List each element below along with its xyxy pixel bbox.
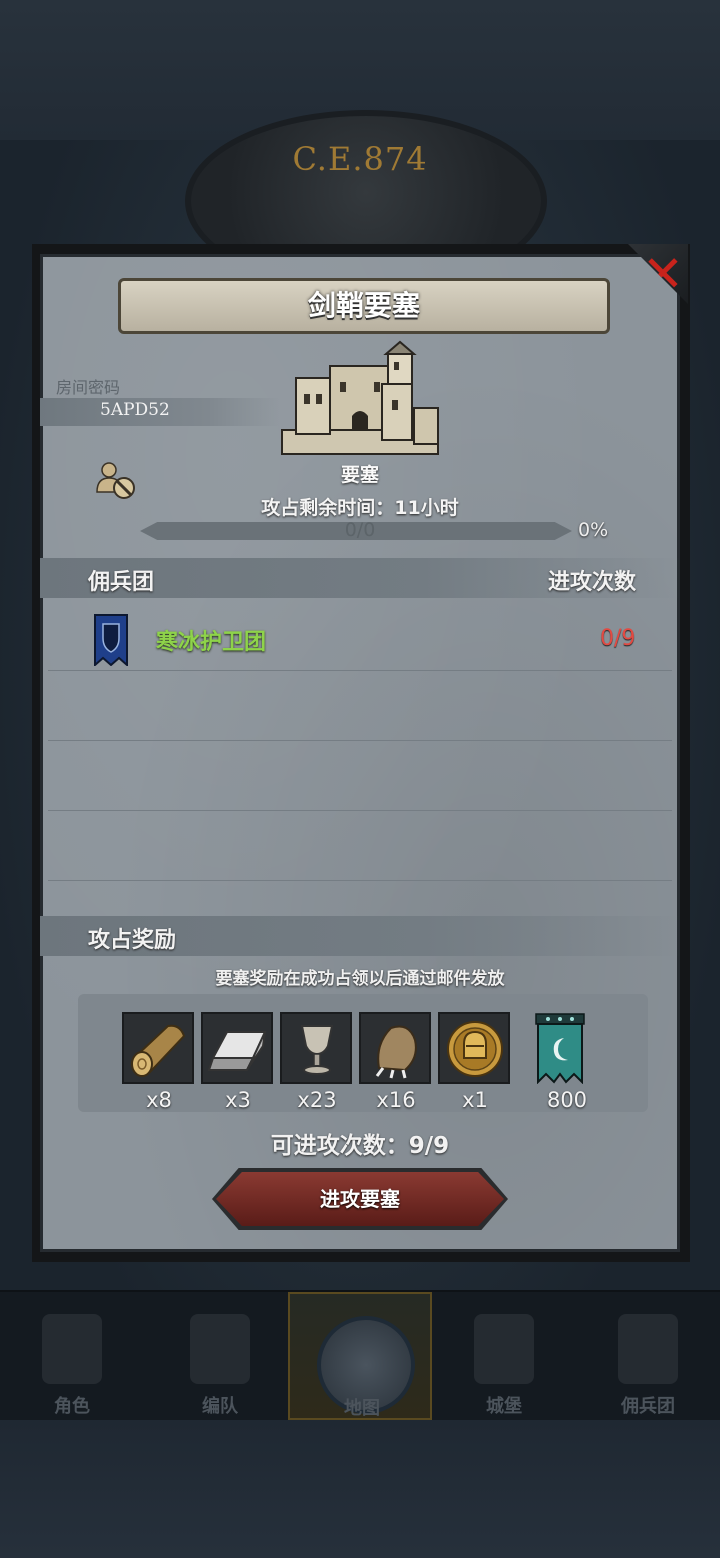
formation-icon	[190, 1314, 250, 1384]
fortress-icon	[278, 338, 442, 458]
tab-label: 编队	[202, 1396, 238, 1417]
tab-label: 角色	[54, 1396, 90, 1417]
reward-item-banner[interactable]: 800	[524, 1012, 598, 1122]
reward-quantity: x23	[297, 1088, 337, 1112]
guild-banner-icon	[94, 614, 128, 668]
fortress-label: 要塞	[340, 464, 379, 486]
attacks-remaining: 可进攻次数：9/9	[270, 1133, 450, 1159]
tab-label: 城堡	[486, 1396, 522, 1417]
row-divider	[48, 740, 672, 741]
reward-quantity: x1	[462, 1088, 488, 1112]
capture-progress-text: 0/0	[344, 519, 376, 541]
beast-claw-icon	[359, 1012, 431, 1084]
mercenary-name[interactable]: 寒冰护卫团	[156, 624, 266, 656]
row-divider	[48, 810, 672, 811]
room-code-label: 房间密码	[56, 378, 121, 397]
bottom-nav: 角色 编队 地图 城堡 佣兵团	[0, 1290, 720, 1420]
tab-mercenary[interactable]: 佣兵团	[576, 1292, 720, 1420]
dialog-title: 剑鞘要塞	[307, 289, 420, 322]
reward-item-claw[interactable]: x16	[359, 1012, 433, 1122]
reward-note: 要塞奖励在成功占领以后通过邮件发放	[215, 969, 505, 989]
mercenary-icon	[618, 1314, 678, 1384]
tab-label: 地图	[344, 1398, 380, 1419]
era-label: C.E.874	[292, 140, 428, 178]
reward-quantity: x16	[376, 1088, 416, 1112]
tab-label: 佣兵团	[621, 1396, 675, 1417]
tab-formation[interactable]: 编队	[148, 1292, 292, 1420]
attack-count-column-label: 进攻次数	[548, 570, 637, 595]
row-divider	[48, 880, 672, 881]
reward-quantity: x8	[146, 1088, 172, 1112]
reward-item-medal[interactable]: x1	[438, 1012, 512, 1122]
reward-quantity: 800	[546, 1088, 588, 1112]
no-visitors-icon[interactable]	[94, 458, 138, 502]
character-icon	[42, 1314, 102, 1384]
bottom-system-bar	[0, 1420, 720, 1558]
capture-progress-percent: 0%	[578, 519, 609, 541]
tab-castle[interactable]: 城堡	[432, 1292, 576, 1420]
mercenary-column-label: 佣兵团	[88, 570, 155, 595]
row-divider	[48, 670, 672, 671]
moon-banner-icon	[534, 1012, 586, 1085]
attack-fortress-button-label[interactable]: 进攻要塞	[216, 1172, 504, 1226]
goblet-icon	[280, 1012, 352, 1084]
tab-map[interactable]: 地图	[288, 1292, 432, 1420]
iron-ingot-icon	[201, 1012, 273, 1084]
reward-quantity: x3	[225, 1088, 251, 1112]
tab-character[interactable]: 角色	[0, 1292, 144, 1420]
reward-item-iron[interactable]: x3	[201, 1012, 275, 1122]
reward-item-goblet[interactable]: x23	[280, 1012, 354, 1122]
knight-helmet-medal-icon	[438, 1012, 510, 1084]
castle-icon	[474, 1314, 534, 1384]
reward-item-wood[interactable]: x8	[122, 1012, 196, 1122]
capture-time-remaining: 攻占剩余时间：11小时	[261, 497, 459, 519]
wood-log-icon	[122, 1012, 194, 1084]
mercenary-attack-count: 0/9	[600, 626, 636, 651]
room-code-value: 5APD52	[100, 400, 170, 420]
reward-section-title: 攻占奖励	[88, 928, 177, 953]
